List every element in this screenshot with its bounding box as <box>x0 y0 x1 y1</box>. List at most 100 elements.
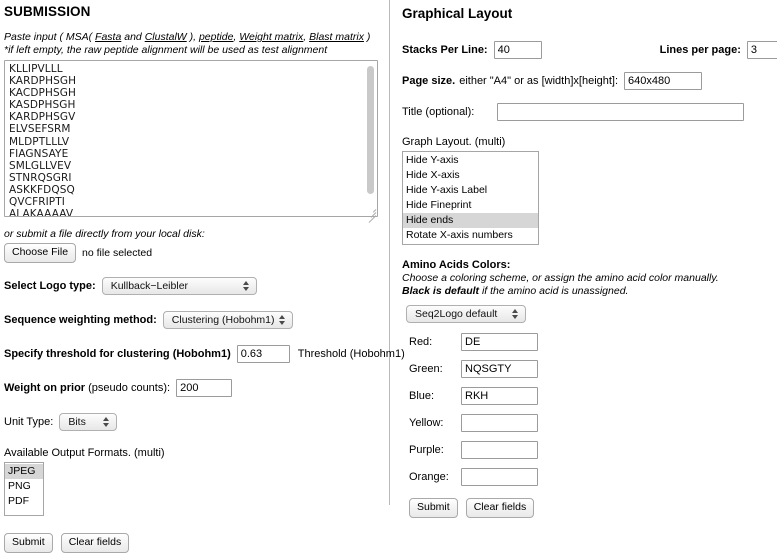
updown-arrows-icon <box>512 308 519 320</box>
threshold-input[interactable] <box>236 345 290 363</box>
title-input[interactable] <box>497 103 745 121</box>
file-upload-label: or submit a file directly from your loca… <box>4 228 205 240</box>
color-row-red: Red: <box>402 333 777 351</box>
purple-input[interactable] <box>461 441 538 459</box>
right-button-row: Submit Clear fields <box>409 498 777 518</box>
submit-button-right[interactable]: Submit <box>409 498 458 518</box>
peptide-link[interactable]: peptide <box>199 31 233 43</box>
yellow-label: Yellow: <box>409 417 444 429</box>
page-size-label-bold: Page size. <box>402 75 456 87</box>
choose-file-button[interactable]: Choose File <box>4 243 77 263</box>
graph-layout-option-hide-y-axis[interactable]: Hide Y-axis <box>403 153 538 168</box>
sequence-textarea-wrapper <box>4 60 378 223</box>
graph-layout-option-hide-ends[interactable]: Hide ends <box>403 213 538 228</box>
fasta-link[interactable]: Fasta <box>95 31 121 43</box>
graph-layout-option-rotate-x-axis-numbers[interactable]: Rotate X-axis numbers <box>403 228 538 243</box>
title-row: Title (optional): <box>402 103 777 121</box>
graph-layout-option-hide-fineprint[interactable]: Hide Fineprint <box>403 198 538 213</box>
weighting-method-label: Sequence weighting method: <box>4 314 157 326</box>
lines-per-page-label: Lines per page: <box>659 44 741 56</box>
logo-type-select[interactable]: Kullback−Leibler <box>101 277 257 295</box>
weight-prior-label-bold: Weight on prior <box>4 382 86 394</box>
stacks-per-line-input[interactable] <box>493 41 542 59</box>
logo-type-row: Select Logo type: Kullback−Leibler <box>4 277 383 295</box>
submit-button[interactable]: Submit <box>4 533 53 553</box>
unit-type-value: Bits <box>68 416 86 428</box>
weighting-method-select[interactable]: Clustering (Hobohm1) <box>162 311 293 329</box>
coloring-scheme-value: Seq2Logo default <box>415 308 498 320</box>
unit-type-label: Unit Type: <box>4 416 54 428</box>
updown-arrows-icon <box>278 314 286 326</box>
file-status-text: no file selected <box>82 247 153 259</box>
clear-fields-button[interactable]: Clear fields <box>60 533 130 553</box>
title-label: Title (optional): <box>402 106 475 118</box>
logo-type-value: Kullback−Leibler <box>110 280 189 292</box>
green-input[interactable] <box>461 360 538 378</box>
logo-type-label: Select Logo type: <box>4 280 96 292</box>
paste-comma-1: , <box>233 31 237 43</box>
aa-desc-bold: Black is default <box>402 285 480 297</box>
page-size-input[interactable] <box>624 72 703 90</box>
weight-prior-label-rest: (pseudo counts): <box>88 382 171 394</box>
page-size-row: Page size. either "A4" or as [width]x[he… <box>402 72 777 90</box>
sequence-input[interactable] <box>4 60 378 217</box>
blue-label: Blue: <box>409 390 435 402</box>
graph-layout-option-hide-y-axis-label[interactable]: Hide Y-axis Label <box>403 183 538 198</box>
color-row-blue: Blue: <box>402 387 777 405</box>
format-option-pdf[interactable]: PDF <box>5 494 43 509</box>
weighting-method-row: Sequence weighting method: Clustering (H… <box>4 311 383 329</box>
format-option-jpeg[interactable]: JPEG <box>5 464 43 479</box>
weight-matrix-link[interactable]: Weight matrix <box>239 31 303 43</box>
paste-comma-2: , <box>303 31 307 43</box>
clustalw-link[interactable]: ClustalW <box>145 31 187 43</box>
stacks-lines-row: Stacks Per Line: Lines per page: <box>402 41 777 59</box>
updown-arrows-icon <box>103 416 110 428</box>
amino-acids-colors-description: Choose a coloring scheme, or assign the … <box>402 272 777 298</box>
threshold-row: Specify threshold for clustering (Hobohm… <box>4 345 405 363</box>
threshold-label: Specify threshold for clustering (Hobohm… <box>4 348 231 360</box>
output-formats-label: Available Output Formats. (multi) <box>4 447 165 459</box>
orange-input[interactable] <box>461 468 538 486</box>
color-row-yellow: Yellow: <box>402 414 777 432</box>
graph-layout-listbox[interactable]: Hide Y-axis Hide X-axis Hide Y-axis Labe… <box>402 151 539 245</box>
coloring-scheme-row: Seq2Logo default <box>402 305 777 323</box>
page-size-label-rest: either "A4" or as [width]x[height]: <box>459 75 619 87</box>
clear-fields-button-right[interactable]: Clear fields <box>465 498 535 518</box>
page-container: SUBMISSION Paste input ( MSA( Fasta and … <box>0 0 777 553</box>
lines-per-page-input[interactable] <box>746 41 777 59</box>
color-row-orange: Orange: <box>402 468 777 486</box>
color-row-green: Green: <box>402 360 777 378</box>
updown-arrows-icon <box>242 280 250 292</box>
aa-desc-line-2: if the amino acid is unassigned. <box>479 285 629 297</box>
format-option-png[interactable]: PNG <box>5 479 43 494</box>
file-upload-row: Choose File no file selected <box>4 243 383 263</box>
left-button-row: Submit Clear fields <box>4 533 383 553</box>
yellow-input[interactable] <box>461 414 538 432</box>
weighting-method-value: Clustering (Hobohm1) <box>171 314 275 326</box>
weight-prior-row: Weight on prior (pseudo counts): <box>4 379 383 397</box>
red-input[interactable] <box>461 333 538 351</box>
graph-layout-option-hide-x-axis[interactable]: Hide X-axis <box>403 168 538 183</box>
amino-acids-colors-section: Amino Acids Colors: Choose a coloring sc… <box>402 259 777 298</box>
coloring-scheme-select[interactable]: Seq2Logo default <box>406 305 526 323</box>
stacks-per-line-label: Stacks Per Line: <box>402 44 488 56</box>
paste-after-msa-text: ), <box>189 31 197 43</box>
unit-type-row: Unit Type: Bits <box>4 413 383 431</box>
paste-input-description: Paste input ( MSA( Fasta and ClustalW ),… <box>4 31 383 43</box>
empty-input-note: *if left empty, the raw peptide alignmen… <box>4 44 328 56</box>
purple-label: Purple: <box>409 444 444 456</box>
graphical-layout-panel: Graphical Layout Stacks Per Line: Lines … <box>390 0 777 518</box>
paste-suffix-text: ) <box>366 31 371 43</box>
weight-prior-input[interactable] <box>176 379 233 397</box>
output-formats-listbox[interactable]: JPEG PNG PDF <box>4 462 44 516</box>
color-row-purple: Purple: <box>402 441 777 459</box>
blast-matrix-link[interactable]: Blast matrix <box>309 31 364 43</box>
unit-type-select[interactable]: Bits <box>59 413 118 431</box>
page-title: SUBMISSION <box>4 4 91 19</box>
aa-desc-line-1: Choose a coloring scheme, or assign the … <box>402 272 719 284</box>
weight-prior-label: Weight on prior (pseudo counts): <box>4 382 170 394</box>
amino-acids-colors-title: Amino Acids Colors: <box>402 259 511 271</box>
paste-prefix-text: Paste input ( MSA( <box>4 31 93 43</box>
blue-input[interactable] <box>461 387 538 405</box>
graphical-layout-title: Graphical Layout <box>402 6 513 21</box>
